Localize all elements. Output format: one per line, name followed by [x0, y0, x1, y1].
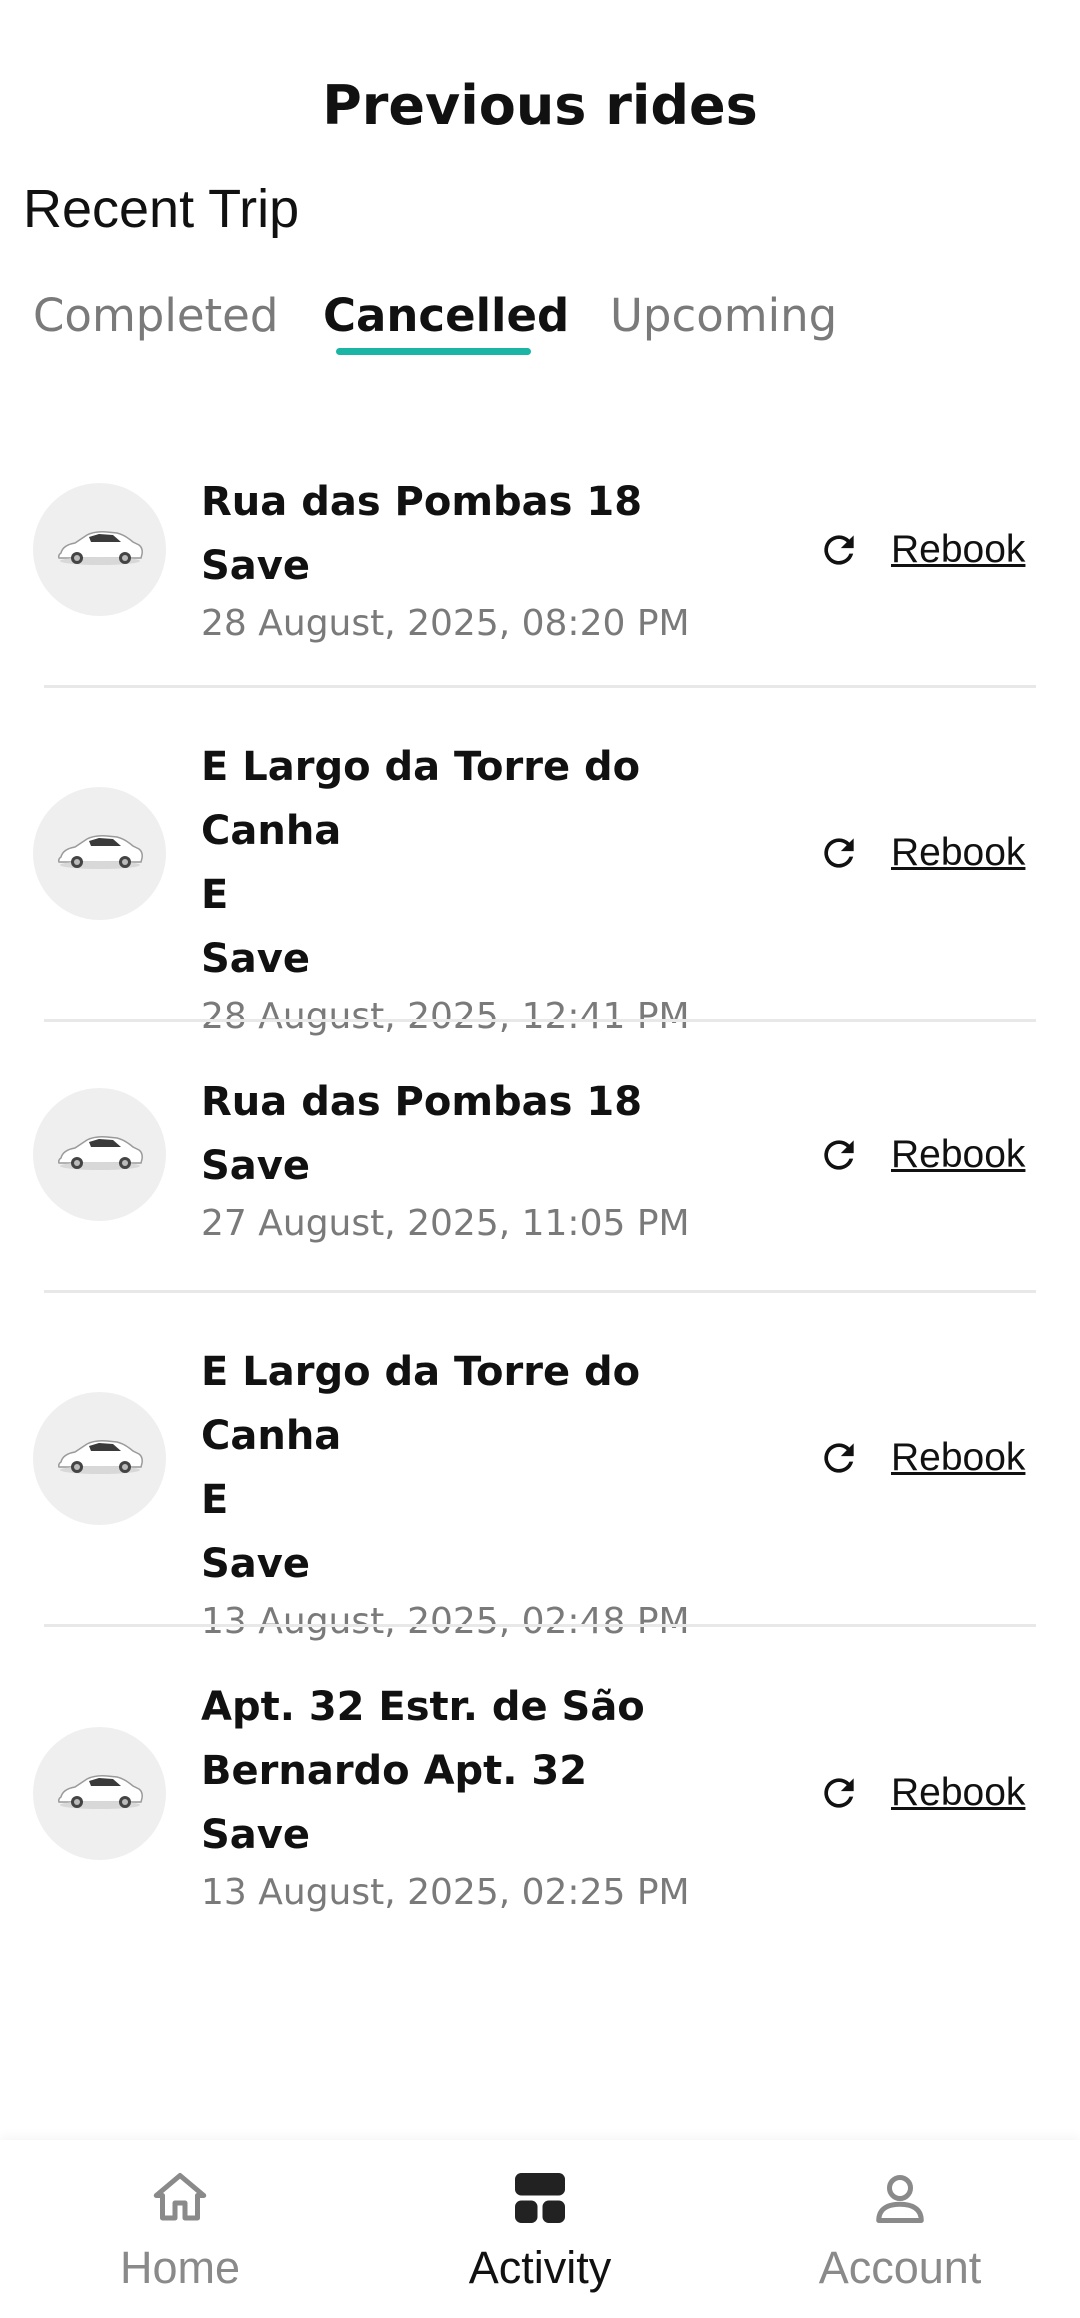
divider — [44, 1019, 1036, 1022]
account-icon — [876, 2175, 924, 2223]
ride-date: 13 August, 2025, 02:48 PM — [201, 1601, 690, 1642]
car-thumbnail — [33, 1088, 166, 1221]
home-icon — [153, 2173, 207, 2221]
service-type: Save — [201, 1812, 311, 1858]
rebook-label: Rebook — [891, 528, 1026, 571]
active-tab-indicator — [336, 348, 531, 355]
pickup-address-line2: E — [201, 1477, 229, 1523]
divider — [44, 1624, 1036, 1627]
car-icon — [58, 531, 143, 565]
service-type: Save — [201, 543, 311, 589]
car-icon — [58, 1440, 143, 1474]
bottom-navigation: Home Activity Account — [0, 2140, 1080, 2318]
page-title: Previous rides — [322, 74, 758, 137]
service-type: Save — [201, 936, 311, 982]
ride-date: 28 August, 2025, 12:41 PM — [201, 996, 690, 1037]
pickup-address-line2: Bernardo Apt. 32 — [201, 1748, 588, 1794]
service-type: Save — [201, 1541, 311, 1587]
nav-home[interactable]: Home — [0, 2140, 360, 2318]
pickup-address-line2: E — [201, 872, 229, 918]
rebook-button[interactable]: Rebook — [817, 1763, 1057, 1823]
ride-date: 27 August, 2025, 11:05 PM — [201, 1203, 690, 1244]
section-heading: Recent Trip — [23, 179, 300, 239]
ride-date: 13 August, 2025, 02:25 PM — [201, 1872, 690, 1913]
car-thumbnail — [33, 483, 166, 616]
car-thumbnail — [33, 787, 166, 920]
car-icon — [58, 1136, 143, 1170]
tab-cancelled[interactable]: Cancelled — [323, 282, 569, 354]
ride-status-tabs: Completed Cancelled Upcoming — [0, 282, 1080, 362]
nav-account[interactable]: Account — [720, 2140, 1080, 2318]
pickup-address: E Largo da Torre do Canha — [201, 1349, 641, 1459]
pickup-address: E Largo da Torre do Canha — [201, 744, 641, 854]
pickup-address: Rua das Pombas 18 — [201, 1079, 643, 1125]
car-thumbnail — [33, 1392, 166, 1525]
rebook-label: Rebook — [891, 1133, 1026, 1176]
ride-date: 28 August, 2025, 08:20 PM — [201, 603, 690, 644]
service-type: Save — [201, 1143, 311, 1189]
activity-icon — [515, 2173, 565, 2223]
tab-upcoming[interactable]: Upcoming — [610, 282, 837, 354]
refresh-icon — [824, 1778, 854, 1808]
pickup-address: Apt. 32 Estr. de São — [201, 1684, 645, 1730]
nav-home-label: Home — [119, 2242, 241, 2293]
nav-account-label: Account — [818, 2242, 982, 2293]
nav-activity[interactable]: Activity — [360, 2140, 720, 2318]
rebook-button[interactable]: Rebook — [817, 520, 1057, 580]
refresh-icon — [824, 1140, 854, 1170]
divider — [44, 685, 1036, 688]
refresh-icon — [824, 535, 854, 565]
car-icon — [58, 1775, 143, 1809]
rebook-button[interactable]: Rebook — [817, 823, 1057, 883]
car-icon — [58, 835, 143, 869]
refresh-icon — [824, 1443, 854, 1473]
rebook-button[interactable]: Rebook — [817, 1428, 1057, 1488]
rebook-label: Rebook — [891, 1436, 1026, 1479]
rebook-button[interactable]: Rebook — [817, 1125, 1057, 1185]
car-thumbnail — [33, 1727, 166, 1860]
rebook-label: Rebook — [891, 1771, 1026, 1814]
refresh-icon — [824, 838, 854, 868]
tab-completed[interactable]: Completed — [33, 282, 278, 354]
pickup-address: Rua das Pombas 18 — [201, 479, 643, 525]
divider — [44, 1290, 1036, 1293]
nav-activity-label: Activity — [468, 2242, 612, 2293]
rebook-label: Rebook — [891, 831, 1026, 874]
